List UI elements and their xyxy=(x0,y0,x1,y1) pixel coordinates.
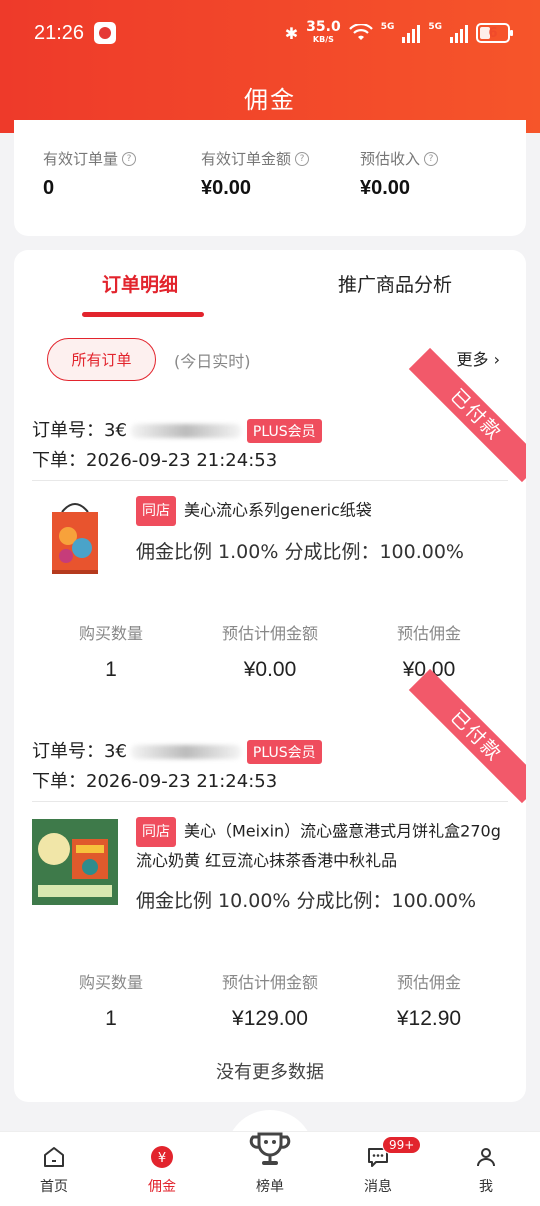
home-icon xyxy=(44,1147,64,1167)
order-time: 下单：2026-09-23 21:24:53 xyxy=(32,450,278,471)
network-5g-label-1: 5G xyxy=(380,21,395,32)
commission-icon: ¥ xyxy=(151,1146,173,1168)
network-speed: 35.0 KB/S xyxy=(306,18,341,44)
bottom-nav: 首页 ¥ 佣金 榜单 消息 99+ 我 xyxy=(0,1131,540,1206)
stat-value: ¥0.00 xyxy=(360,177,411,199)
order-time: 下单：2026-09-23 21:24:53 xyxy=(32,771,278,792)
user-icon xyxy=(477,1148,495,1167)
tab-order-details[interactable]: 订单明细 xyxy=(102,270,178,297)
product-name: 同店 美心（Meixin）流心盛意港式月饼礼盒270g 流心奶黄 红豆流心抹茶香港… xyxy=(136,817,506,875)
app-header: 21:26 ✱ 35.0 KB/S 5G 5G 6 佣金 xyxy=(0,0,540,133)
masked-order-number xyxy=(130,745,241,759)
filter-all-orders[interactable]: 所有订单 xyxy=(47,338,156,381)
more-link[interactable]: 更多 › xyxy=(457,346,501,370)
metric-commission-base: 预估计佣金额 ¥0.00 xyxy=(221,624,318,681)
same-store-tag: 同店 xyxy=(136,817,176,847)
order-number: 订单号：3€ PLUS会员 xyxy=(32,737,322,764)
app-notification-icon xyxy=(94,22,117,44)
battery-icon: 6 xyxy=(476,23,513,43)
signal-icon-2 xyxy=(450,23,468,43)
order-item[interactable]: 已付款 订单号：3€ PLUS会员 下单：2026-09-23 21:24:53 … xyxy=(14,347,526,710)
stat-valid-orders: 有效订单量? 0 xyxy=(43,148,137,200)
page-title: 佣金 xyxy=(244,86,296,114)
plus-member-tag: PLUS会员 xyxy=(246,740,322,764)
order-item[interactable]: 已付款 订单号：3€ PLUS会员 下单：2026-09-23 21:24:53 … xyxy=(14,668,526,1071)
masked-order-number xyxy=(130,424,241,438)
product-image-paper-bag xyxy=(52,503,98,574)
stat-value: 0 xyxy=(43,177,55,199)
svg-text:¥: ¥ xyxy=(158,1151,166,1166)
status-time: 21:26 xyxy=(34,21,85,44)
same-store-tag: 同店 xyxy=(136,496,176,526)
status-bar: 21:26 ✱ 35.0 KB/S 5G 5G 6 xyxy=(34,18,513,48)
plus-member-tag: PLUS会员 xyxy=(246,419,322,443)
nav-home[interactable]: 首页 xyxy=(14,1144,94,1196)
tab-indicator xyxy=(82,312,204,317)
stats-card: 有效订单量? 0 有效订单金额? ¥0.00 预估收入? ¥0.00 xyxy=(14,120,526,236)
no-more-data: 没有更多数据 xyxy=(216,1062,324,1083)
metric-quantity: 购买数量 1 xyxy=(78,973,143,1030)
network-5g-label-2: 5G xyxy=(428,21,442,32)
divider xyxy=(32,480,508,481)
stat-estimated-income: 预估收入? ¥0.00 xyxy=(360,148,439,200)
commission-rate: 佣金比例 1.00% 分成比例：100.00% xyxy=(136,541,464,563)
help-icon[interactable]: ? xyxy=(122,151,137,166)
wifi-icon xyxy=(348,24,373,40)
trophy-icon xyxy=(249,1132,291,1165)
nav-commission[interactable]: ¥ 佣金 xyxy=(122,1144,202,1196)
realtime-label: (今日实时) xyxy=(174,352,251,371)
orders-card: 订单明细 推广商品分析 所有订单 (今日实时) 更多 › 已付款 订单号：3€ P… xyxy=(14,250,526,1102)
nav-messages[interactable]: 消息 99+ xyxy=(338,1136,422,1196)
help-icon[interactable]: ? xyxy=(295,151,310,166)
commission-rate: 佣金比例 10.00% 分成比例：100.00% xyxy=(136,890,477,912)
unread-badge: 99+ xyxy=(382,1136,422,1154)
metric-estimated-commission: 预估佣金 ¥12.90 xyxy=(396,973,462,1030)
order-number: 订单号：3€ PLUS会员 xyxy=(32,416,322,443)
nav-ranking[interactable]: 榜单 xyxy=(230,1128,310,1196)
tab-product-analysis[interactable]: 推广商品分析 xyxy=(338,270,452,297)
metric-commission-base: 预估计佣金额 ¥129.00 xyxy=(221,973,318,1030)
help-icon[interactable]: ? xyxy=(424,151,439,166)
signal-icon-1 xyxy=(402,23,421,43)
product-image-mooncake-box xyxy=(32,819,118,905)
stat-value: ¥0.00 xyxy=(201,177,252,199)
nav-me[interactable]: 我 xyxy=(446,1144,526,1196)
divider xyxy=(32,801,508,802)
stat-valid-amount: 有效订单金额? ¥0.00 xyxy=(201,148,310,200)
product-name: 同店 美心流心系列generic纸袋 xyxy=(136,496,506,526)
metric-quantity: 购买数量 1 xyxy=(78,624,143,681)
bluetooth-icon: ✱ xyxy=(284,23,299,43)
